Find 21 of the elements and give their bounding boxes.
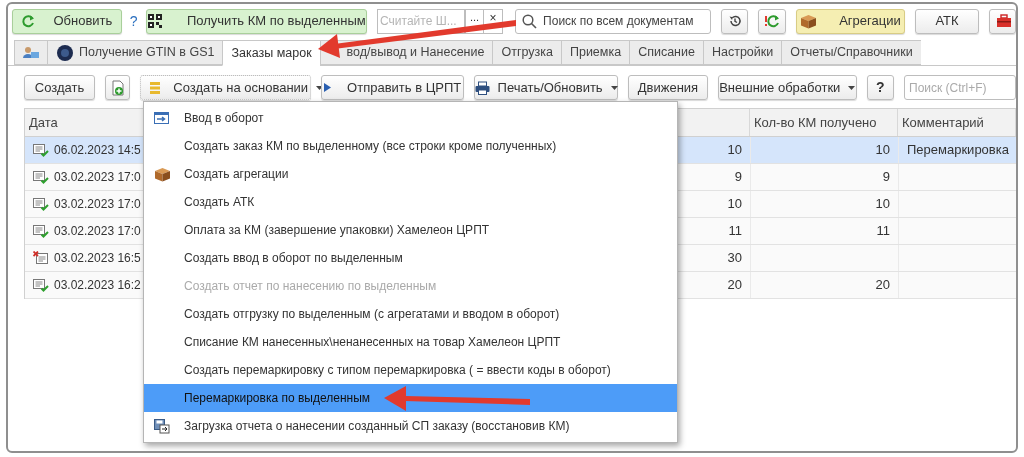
column-header: Дата (29, 113, 58, 132)
table-cell-text: 06.02.2023 14:5 (54, 142, 141, 159)
table-cell-text: 10 (727, 141, 742, 160)
table-cell-text: 11 (728, 222, 742, 241)
table-cell-text: 30 (727, 249, 742, 268)
table-cell-text: 03.02.2023 16:5 (54, 250, 141, 267)
table-cell-text: 20 (727, 276, 742, 295)
table-cell-text: 03.02.2023 17:0 (54, 223, 141, 240)
table-cell-text: 10 (875, 195, 890, 214)
table-cell-text: 10 (727, 195, 742, 214)
table-cell-text: 11 (876, 222, 890, 241)
table-cell-text: Перемаркировка (907, 141, 1009, 160)
table-cell-text: 9 (734, 168, 742, 187)
column-header: Комментарий (902, 113, 984, 132)
column-header: Кол-во КМ получено (754, 113, 877, 132)
table-cell-text: 03.02.2023 17:0 (54, 196, 141, 213)
table-cell-text: 10 (875, 141, 890, 160)
table-cell-text: 03.02.2023 16:2 (54, 277, 141, 294)
table-cell-text: 03.02.2023 17:0 (54, 169, 141, 186)
table-cell-text: 9 (882, 168, 890, 187)
table-cell-text: 20 (875, 276, 890, 295)
